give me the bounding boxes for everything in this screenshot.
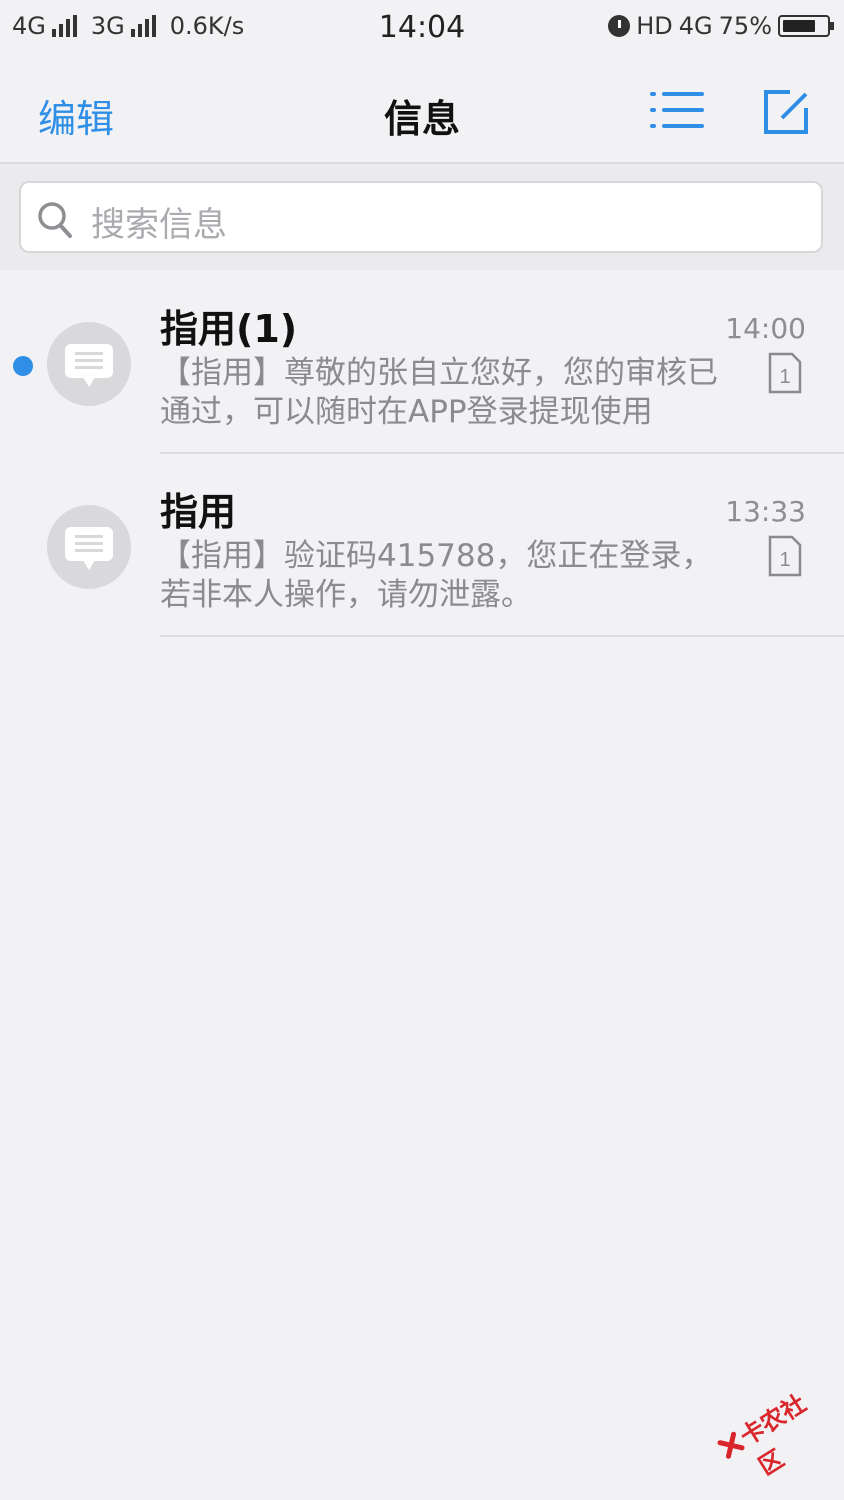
search-placeholder: 搜索信息 (91, 205, 227, 245)
search-area: 搜索信息 (0, 164, 844, 270)
hd-label: HD (636, 12, 673, 40)
sim-card-icon: 1 (768, 535, 802, 577)
conversation-item[interactable]: 指用(1) 14:00 【指用】尊敬的张自立您好，您的审核已 通过，可以随时在A… (0, 272, 844, 454)
preview-line: 若非本人操作，请勿泄露。 (160, 577, 532, 613)
conversation-item[interactable]: 指用 13:33 【指用】验证码415788，您正在登录， 若非本人操作，请勿泄… (0, 455, 844, 637)
sim-number: 1 (779, 366, 790, 388)
nav-bar: 编辑 信息 (0, 60, 844, 164)
network-type-3: 4G (678, 12, 713, 40)
watermark-text: 卡农社区 (735, 1389, 812, 1481)
compose-icon (764, 90, 808, 134)
message-preview: 【指用】验证码415788，您正在登录， 若非本人操作，请勿泄露。 (160, 537, 760, 615)
divider (160, 635, 844, 637)
message-time: 14:00 (725, 312, 806, 345)
edit-button[interactable]: 编辑 (38, 88, 114, 143)
sender-name: 指用 (160, 490, 237, 534)
sim-card-icon: 1 (768, 352, 802, 394)
message-bubble-icon (65, 527, 113, 570)
sim-number: 1 (779, 549, 790, 571)
status-right: HD 4G 75% (608, 12, 834, 40)
avatar (47, 505, 131, 589)
compose-button[interactable] (762, 88, 810, 136)
divider (160, 452, 844, 454)
search-icon (38, 202, 72, 238)
message-bubble-icon (65, 344, 113, 387)
message-time: 13:33 (725, 495, 806, 528)
watermark-logo: 卡农社区 (704, 1365, 829, 1481)
battery-icon (778, 15, 834, 37)
sender-name: 指用(1) (160, 307, 298, 351)
page-title: 信息 (383, 97, 460, 141)
battery-fill (783, 20, 815, 32)
unread-indicator (13, 356, 33, 376)
preview-line: 通过，可以随时在APP登录提现使用 (160, 394, 653, 430)
preview-line: 【指用】验证码415788，您正在登录， (160, 538, 713, 574)
preview-line: 【指用】尊敬的张自立您好，您的审核已 (160, 355, 718, 391)
search-input[interactable]: 搜索信息 (19, 181, 823, 253)
battery-percent: 75% (718, 12, 772, 40)
status-bar: 4G 3G 0.6K/s 14:04 HD 4G 75% (0, 0, 844, 60)
alarm-icon (608, 15, 631, 37)
avatar (47, 322, 131, 406)
list-menu-button[interactable] (650, 88, 704, 134)
message-preview: 【指用】尊敬的张自立您好，您的审核已 通过，可以随时在APP登录提现使用 (160, 354, 760, 432)
